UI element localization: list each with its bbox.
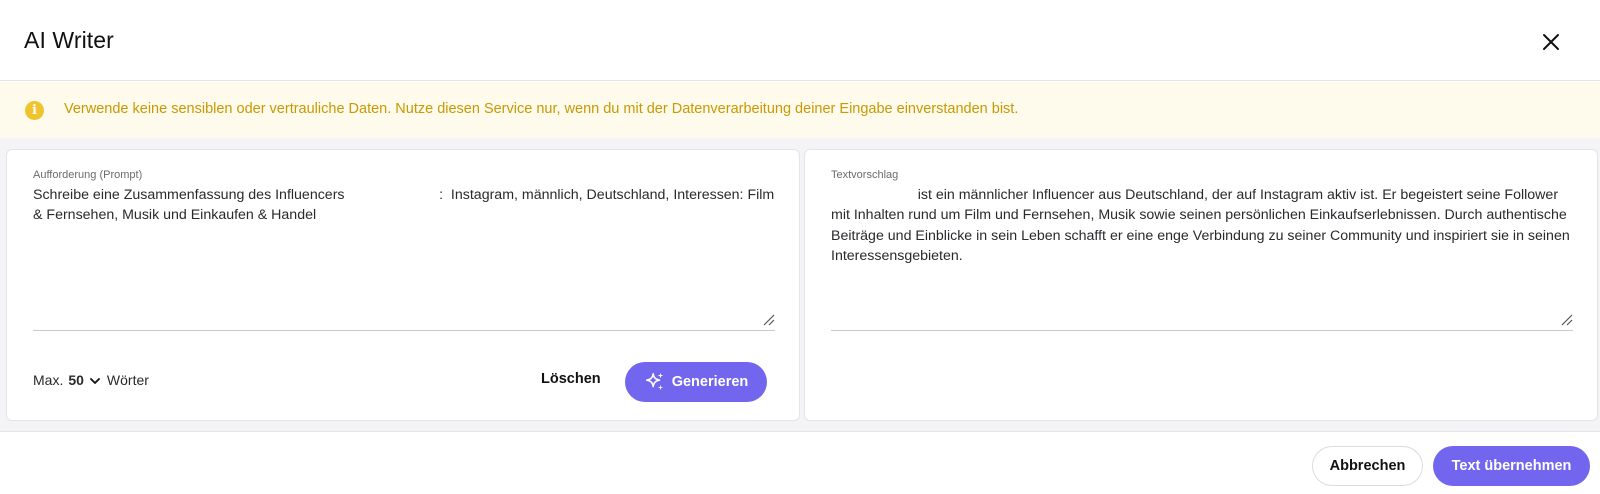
dialog-header: AI Writer — [0, 0, 1600, 81]
apply-text-button[interactable]: Text übernehmen — [1433, 446, 1590, 486]
max-words-selector[interactable]: Max. 50 Wörter — [33, 372, 149, 388]
resize-handle-icon[interactable] — [1561, 313, 1573, 326]
sparkles-icon — [645, 372, 663, 391]
chevron-down-icon[interactable] — [89, 374, 101, 386]
suggestion-panel: Textvorschlag ist ein männlicher Influen… — [804, 149, 1598, 421]
dialog-footer: Abbrechen Text übernehmen — [0, 431, 1600, 494]
notice-text: Verwende keine sensiblen oder vertraulic… — [64, 101, 1019, 117]
generate-button[interactable]: Generieren — [625, 362, 767, 402]
prompt-underline — [33, 330, 775, 331]
prompt-label: Aufforderung (Prompt) — [33, 169, 143, 181]
max-prefix: Max. — [33, 372, 64, 388]
privacy-notice: i Verwende keine sensiblen oder vertraul… — [0, 82, 1600, 138]
resize-handle-icon[interactable] — [763, 313, 775, 326]
suggestion-underline — [831, 330, 1573, 331]
prompt-panel: Aufforderung (Prompt) Schreibe eine Zusa… — [6, 149, 800, 421]
max-words-value[interactable]: 50 — [68, 372, 84, 388]
generate-label: Generieren — [671, 374, 749, 390]
cancel-button[interactable]: Abbrechen — [1312, 446, 1423, 486]
prompt-textarea[interactable]: Schreibe eine Zusammenfassung des Influe… — [33, 185, 775, 226]
dialog-title: AI Writer — [24, 27, 114, 53]
close-icon[interactable] — [1540, 31, 1562, 53]
max-suffix: Wörter — [106, 372, 149, 388]
info-icon: i — [25, 101, 44, 120]
suggestion-textarea[interactable]: ist ein männlicher Influencer aus Deutsc… — [831, 185, 1573, 266]
suggestion-label: Textvorschlag — [831, 169, 899, 181]
delete-button[interactable]: Löschen — [541, 371, 601, 387]
ai-writer-dialog: AI Writer i Verwende keine sensiblen ode… — [0, 0, 1600, 494]
